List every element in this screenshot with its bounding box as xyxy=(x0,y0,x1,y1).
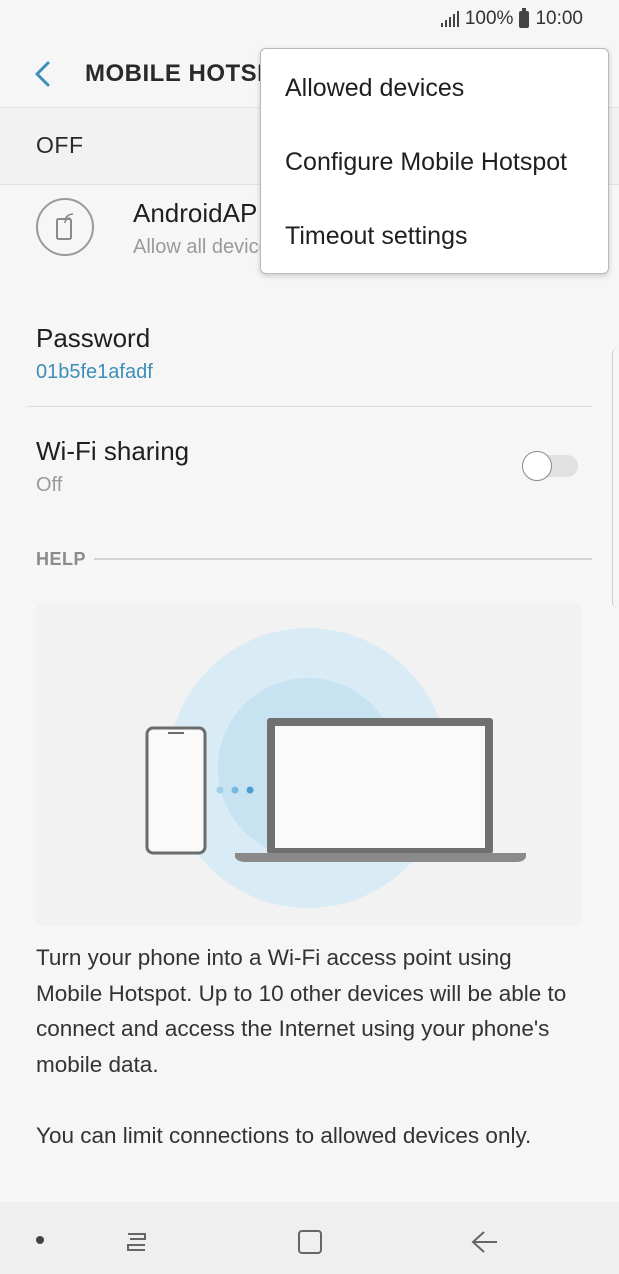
menu-item-allowed-devices[interactable]: Allowed devices xyxy=(261,51,608,125)
divider xyxy=(27,406,592,407)
help-paragraph: Turn your phone into a Wi-Fi access poin… xyxy=(36,945,567,1077)
master-switch-label: OFF xyxy=(36,132,84,158)
network-name[interactable]: AndroidAP xyxy=(133,198,257,229)
battery-percent: 100% xyxy=(464,8,514,29)
hotspot-phone-icon xyxy=(36,198,94,256)
nav-dot-icon[interactable] xyxy=(36,1236,44,1244)
status-indicators: 100% 10:00 xyxy=(440,7,583,30)
network-subtitle: Allow all devices xyxy=(133,236,280,258)
home-icon xyxy=(298,1230,322,1254)
wifi-sharing-toggle[interactable] xyxy=(522,450,578,481)
chevron-left-icon xyxy=(35,61,50,87)
help-divider xyxy=(94,558,592,560)
nav-back-button[interactable] xyxy=(464,1222,504,1262)
signal-icon xyxy=(440,11,459,27)
recent-apps-button[interactable] xyxy=(117,1222,157,1262)
overflow-menu: Allowed devices Configure Mobile Hotspot… xyxy=(260,48,609,274)
home-button[interactable] xyxy=(290,1222,330,1262)
hotspot-illustration xyxy=(36,604,582,926)
help-section-label: HELP xyxy=(36,549,87,569)
wifi-sharing-label[interactable]: Wi-Fi sharing xyxy=(36,436,189,467)
back-button[interactable] xyxy=(26,54,58,94)
wifi-sharing-status: Off xyxy=(36,474,63,496)
edge-panel-handle[interactable] xyxy=(612,348,619,608)
password-label[interactable]: Password xyxy=(36,323,150,354)
battery-icon xyxy=(519,7,530,28)
menu-item-configure-hotspot[interactable]: Configure Mobile Hotspot xyxy=(261,125,608,199)
back-arrow-icon xyxy=(471,1231,497,1253)
navigation-bar xyxy=(0,1202,619,1274)
recent-apps-icon xyxy=(127,1233,146,1251)
help-paragraph: You can limit connections to allowed dev… xyxy=(36,1123,532,1148)
status-bar: 100% 10:00 xyxy=(0,0,619,40)
mobile-hotspot-screen: 100% 10:00 MOBILE HOTSPOT OFF AndroidAP … xyxy=(0,0,619,1274)
password-value: 01b5fe1afadf xyxy=(36,361,153,383)
clock: 10:00 xyxy=(535,8,583,29)
menu-item-timeout-settings[interactable]: Timeout settings xyxy=(261,199,608,273)
toggle-thumb xyxy=(522,451,552,481)
